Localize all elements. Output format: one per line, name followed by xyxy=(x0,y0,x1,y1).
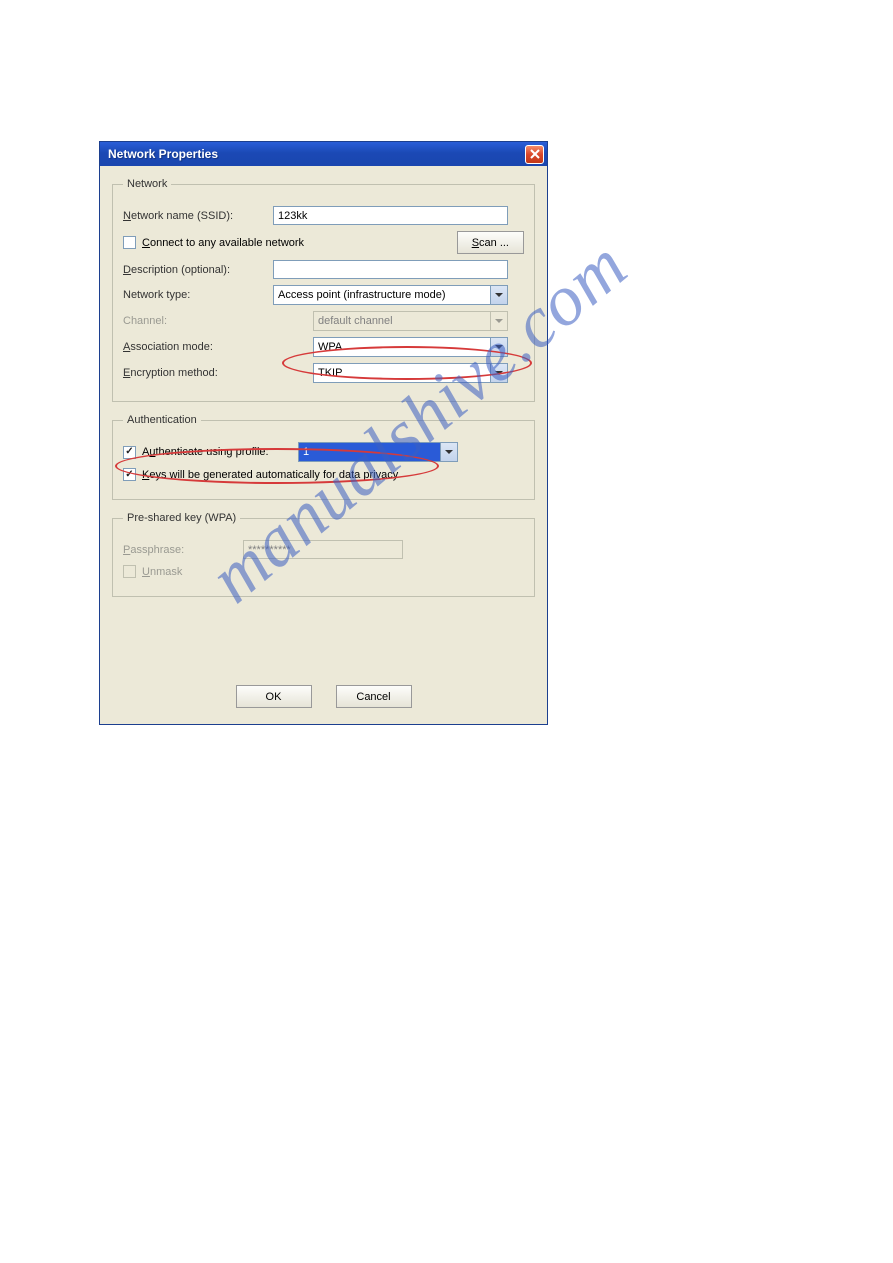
connect-any-label: Connect to any available network xyxy=(142,237,304,249)
authentication-group: Authentication ✓ Authenticate using prof… xyxy=(112,414,535,500)
description-input[interactable] xyxy=(273,260,508,279)
psk-legend: Pre-shared key (WPA) xyxy=(123,512,240,524)
ok-button[interactable]: OK xyxy=(236,685,312,708)
encryption-method-dropdown-button[interactable] xyxy=(491,363,508,383)
channel-label: Channel: xyxy=(123,315,313,327)
authenticate-profile-dropdown-button[interactable] xyxy=(441,442,458,462)
passphrase-input xyxy=(243,540,403,559)
scan-button[interactable]: Scan ... xyxy=(457,231,524,254)
association-mode-select[interactable]: WPA xyxy=(313,337,491,357)
description-label: Description (optional): xyxy=(123,264,273,276)
cancel-button[interactable]: Cancel xyxy=(336,685,412,708)
channel-select: default channel xyxy=(313,311,491,331)
encryption-method-select[interactable]: TKIP xyxy=(313,363,491,383)
connect-any-checkbox[interactable] xyxy=(123,236,136,249)
window-title: Network Properties xyxy=(108,147,525,161)
channel-dropdown-button xyxy=(491,311,508,331)
psk-group: Pre-shared key (WPA) Passphrase: Unmask xyxy=(112,512,535,597)
authenticate-profile-select[interactable]: 1 xyxy=(298,442,441,462)
network-properties-dialog: Network Properties Network Network name … xyxy=(99,141,548,725)
passphrase-label: Passphrase: xyxy=(123,544,243,556)
authenticate-profile-checkbox[interactable]: ✓ xyxy=(123,446,136,459)
network-type-label: Network type: xyxy=(123,289,273,301)
check-icon: ✓ xyxy=(125,447,133,457)
association-mode-dropdown-button[interactable] xyxy=(491,337,508,357)
network-type-dropdown-button[interactable] xyxy=(491,285,508,305)
chevron-down-icon xyxy=(495,371,503,375)
chevron-down-icon xyxy=(445,450,453,454)
encryption-method-label: Encryption method: xyxy=(123,367,313,379)
authenticate-profile-label: Authenticate using profile: xyxy=(142,446,292,458)
unmask-label: Unmask xyxy=(142,566,182,578)
chevron-down-icon xyxy=(495,319,503,323)
network-group: Network Network name (SSID): Connect to … xyxy=(112,178,535,402)
chevron-down-icon xyxy=(495,345,503,349)
association-mode-label: Association mode: xyxy=(123,341,313,353)
network-type-select[interactable]: Access point (infrastructure mode) xyxy=(273,285,491,305)
close-icon xyxy=(530,149,540,159)
close-button[interactable] xyxy=(525,145,544,164)
ssid-input[interactable] xyxy=(273,206,508,225)
authentication-legend: Authentication xyxy=(123,414,201,426)
keys-auto-checkbox[interactable]: ✓ xyxy=(123,468,136,481)
network-legend: Network xyxy=(123,178,171,190)
ssid-label: Network name (SSID): xyxy=(123,210,273,222)
keys-auto-label: Keys will be generated automatically for… xyxy=(142,469,398,481)
check-icon: ✓ xyxy=(125,470,133,480)
unmask-checkbox xyxy=(123,565,136,578)
chevron-down-icon xyxy=(495,293,503,297)
titlebar: Network Properties xyxy=(100,142,547,166)
